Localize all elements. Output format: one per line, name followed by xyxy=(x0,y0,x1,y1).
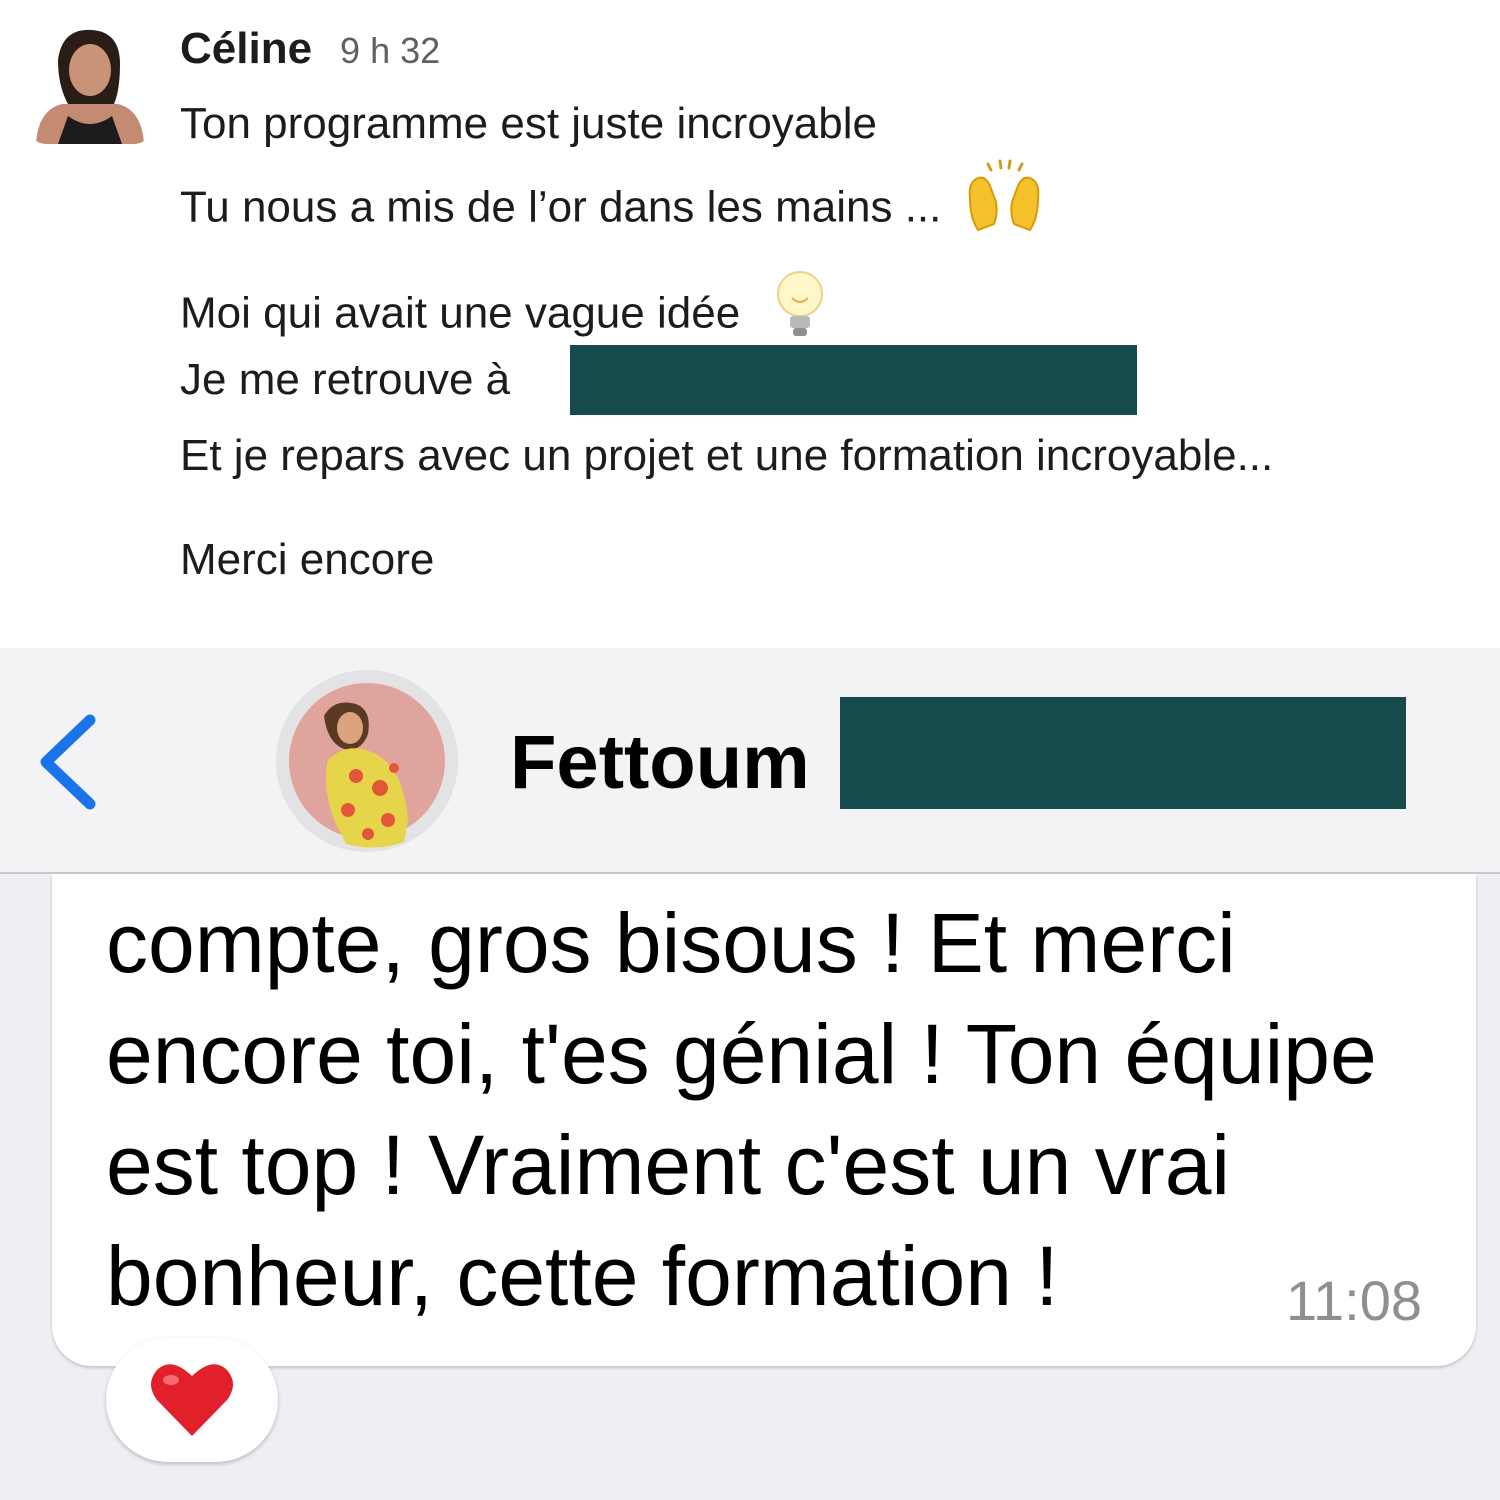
raising-hands-icon xyxy=(954,159,1044,248)
message-line: Merci encore xyxy=(180,532,434,588)
line-text: Moi qui avait une vague idée xyxy=(180,288,741,338)
contact-name[interactable]: Fettoum xyxy=(510,718,810,808)
message-timestamp: 11:08 xyxy=(1286,1269,1422,1332)
message-line: Ton programme est juste incroyable xyxy=(180,96,877,152)
contact-avatar[interactable] xyxy=(276,670,458,852)
heart-icon xyxy=(151,1364,233,1436)
avatar-portrait xyxy=(28,20,152,144)
reaction-badge[interactable] xyxy=(106,1338,278,1462)
avatar-portrait xyxy=(276,670,458,852)
line-text: Ton programme est juste incroyable xyxy=(180,99,877,148)
message-line: Je me retrouve à xyxy=(180,352,510,408)
message-header: Céline 9 h 32 xyxy=(180,24,440,74)
back-button[interactable] xyxy=(34,710,104,814)
author-name[interactable]: Céline xyxy=(180,24,312,74)
line-text: Et je repars avec un projet et une forma… xyxy=(180,431,1274,480)
redacted-block xyxy=(570,345,1137,415)
line-text: Je me retrouve à xyxy=(180,355,511,404)
message-timestamp[interactable]: 9 h 32 xyxy=(340,30,440,72)
message-line: Et je repars avec un projet et une forma… xyxy=(180,428,1273,484)
redacted-block xyxy=(840,697,1406,809)
line-text: Merci encore xyxy=(180,535,435,584)
chevron-left-icon xyxy=(40,714,96,810)
line-text: Tu nous a mis de l’or dans les mains ... xyxy=(180,182,942,232)
slack-message: Céline 9 h 32 Ton programme est juste in… xyxy=(0,0,1500,648)
celine-avatar[interactable] xyxy=(28,20,152,144)
message-line: Tu nous a mis de l’or dans les mains ... xyxy=(180,159,1044,248)
light-bulb-icon xyxy=(752,271,830,356)
message-line: Moi qui avait une vague idée xyxy=(180,271,830,356)
message-text: compte, gros bisous ! Et merci encore to… xyxy=(106,896,1377,1323)
